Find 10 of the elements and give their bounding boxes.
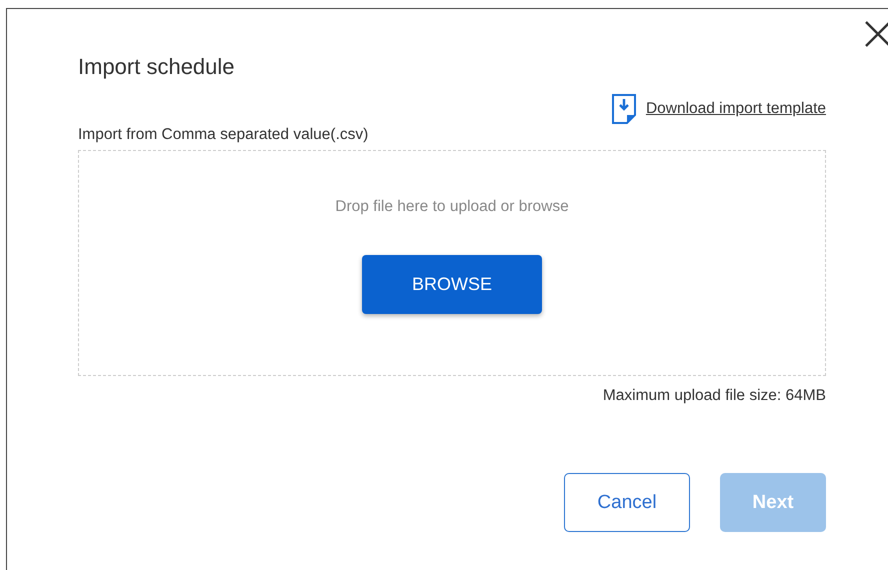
cancel-button[interactable]: Cancel [564,473,690,532]
download-template-link[interactable]: Download import template [646,100,826,118]
drop-zone[interactable]: Drop file here to upload or browse BROWSE [78,150,826,376]
close-icon[interactable] [865,21,888,47]
size-note: Maximum upload file size: 64MB [602,387,826,405]
download-file-icon [612,94,636,124]
source-label: Import from Comma separated value(.csv) [78,126,370,144]
drop-hint: Drop file here to upload or browse [335,198,569,216]
dialog-title: Import schedule [78,54,236,81]
browse-button[interactable]: BROWSE [362,255,542,314]
